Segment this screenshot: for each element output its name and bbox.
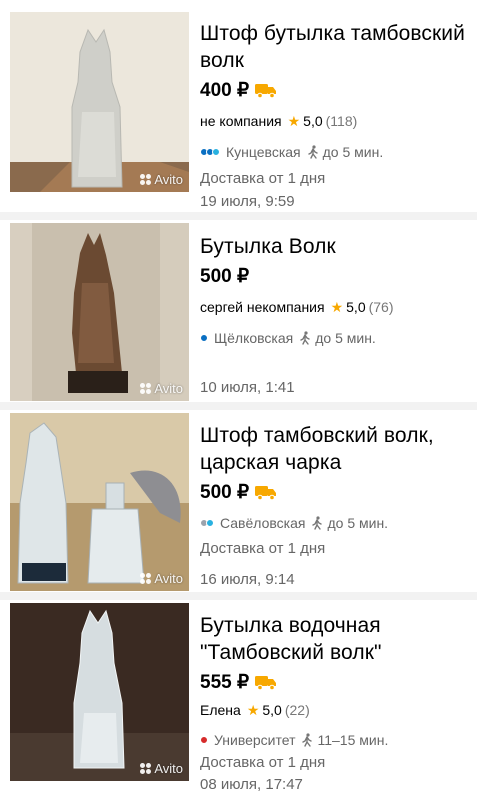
watermark-text: Avito <box>154 172 183 187</box>
seller-name[interactable]: не компания <box>200 113 282 129</box>
listing-price: 400 ₽ <box>200 79 250 101</box>
listing-price: 555 ₽ <box>200 671 250 693</box>
watermark-text: Avito <box>154 571 183 586</box>
delivery-text: Доставка от 1 дня <box>200 540 326 557</box>
metro-row: Савёловская до 5 мин. <box>200 514 472 532</box>
avito-logo-icon <box>140 383 152 394</box>
bottle-photo-image <box>10 12 189 192</box>
walking-person-icon <box>300 331 310 345</box>
listing-photo[interactable]: Avito <box>10 223 189 401</box>
walking-person-icon <box>302 733 313 747</box>
listing-photo[interactable]: Avito <box>10 12 189 192</box>
review-count: (118) <box>325 113 358 129</box>
metro-station: Университет <box>214 732 296 748</box>
seller-name[interactable]: сергей некомпания <box>200 299 325 315</box>
price-row: 400 ₽ <box>200 77 472 103</box>
listing-card[interactable]: Avito Штоф тамбовский волк, царская чарк… <box>0 410 477 592</box>
listing-info: Бутылка Волк 500 ₽ сергей некомпания ★ 5… <box>200 233 472 399</box>
listing-date: 16 июля, 9:14 <box>200 571 295 588</box>
listing-title[interactable]: Штоф тамбовский волк, царская чарка <box>200 422 472 476</box>
delivery-truck-icon <box>255 675 277 690</box>
seller-rating: 5,0 <box>303 113 323 129</box>
metro-station: Щёлковская <box>214 330 294 346</box>
seller-row: Елена ★ 5,0 (22) <box>200 701 472 719</box>
metro-line-dot-icon <box>200 519 214 527</box>
listing-photo[interactable]: Avito <box>10 603 189 781</box>
listing-info: Штоф тамбовский волк, царская чарка 500 … <box>200 422 472 591</box>
listing-title[interactable]: Бутылка водочная "Тамбовский волк" <box>200 612 472 666</box>
avito-logo-icon <box>140 573 152 584</box>
delivery-text: Доставка от 1 дня <box>200 754 326 771</box>
seller-row: сергей некомпания ★ 5,0 (76) <box>200 298 472 316</box>
walk-time: до 5 мин. <box>327 515 389 531</box>
walking-person-icon <box>312 516 323 530</box>
avito-logo-icon <box>140 174 152 185</box>
delivery-truck-icon <box>255 485 277 500</box>
listing-title[interactable]: Бутылка Волк <box>200 233 472 260</box>
watermark-text: Avito <box>154 761 183 776</box>
delivery-truck-icon <box>255 83 277 98</box>
listing-photo[interactable]: Avito <box>10 413 189 591</box>
metro-line-dot-icon <box>200 334 208 342</box>
price-row: 500 ₽ <box>200 479 472 505</box>
listing-info: Штоф бутылка тамбовский волк 400 ₽ не ко… <box>200 20 472 213</box>
seller-rating: 5,0 <box>346 299 366 315</box>
walk-time: до 5 мин. <box>322 144 384 160</box>
avito-watermark: Avito <box>140 172 183 187</box>
listing-card[interactable]: Avito Штоф бутылка тамбовский волк 400 ₽… <box>0 0 477 212</box>
seller-name[interactable]: Елена <box>200 702 241 718</box>
listing-card[interactable]: Avito Бутылка водочная "Тамбовский волк"… <box>0 600 477 800</box>
listing-title[interactable]: Штоф бутылка тамбовский волк <box>200 20 472 74</box>
bottle-photo-image <box>10 603 189 781</box>
listing-date: 08 июля, 17:47 <box>200 776 303 793</box>
listing-card[interactable]: Avito Бутылка Волк 500 ₽ сергей некомпан… <box>0 220 477 402</box>
metro-station: Савёловская <box>220 515 306 531</box>
metro-row: Университет 11–15 мин. <box>200 731 472 749</box>
listing-date: 10 июля, 1:41 <box>200 379 295 396</box>
metro-line-dot-icon <box>200 148 220 156</box>
delivery-text: Доставка от 1 дня <box>200 170 326 187</box>
watermark-text: Avito <box>154 381 183 396</box>
seller-row: не компания ★ 5,0 (118) <box>200 112 472 130</box>
avito-watermark: Avito <box>140 571 183 586</box>
star-icon: ★ <box>287 112 301 129</box>
listing-price: 500 ₽ <box>200 265 250 287</box>
listing-feed: Avito Штоф бутылка тамбовский волк 400 ₽… <box>0 0 477 800</box>
listing-price: 500 ₽ <box>200 481 250 503</box>
star-icon: ★ <box>330 298 344 315</box>
price-row: 555 ₽ <box>200 669 472 695</box>
avito-watermark: Avito <box>140 381 183 396</box>
bottle-photo-image <box>10 223 189 401</box>
metro-line-dot-icon <box>200 736 208 744</box>
bottle-photo-image <box>10 413 189 591</box>
avito-watermark: Avito <box>140 761 183 776</box>
walk-time: 11–15 мин. <box>317 732 389 748</box>
review-count: (76) <box>368 299 394 315</box>
metro-row: Кунцевская до 5 мин. <box>200 143 472 161</box>
metro-station: Кунцевская <box>226 144 301 160</box>
review-count: (22) <box>284 702 310 718</box>
avito-logo-icon <box>140 763 152 774</box>
walk-time: до 5 мин. <box>315 330 376 346</box>
metro-row: Щёлковская до 5 мин. <box>200 329 472 347</box>
star-icon: ★ <box>246 701 260 718</box>
walking-person-icon <box>307 145 318 159</box>
listing-info: Бутылка водочная "Тамбовский волк" 555 ₽… <box>200 612 472 796</box>
price-row: 500 ₽ <box>200 263 472 289</box>
seller-rating: 5,0 <box>262 702 282 718</box>
listing-date: 19 июля, 9:59 <box>200 193 295 210</box>
